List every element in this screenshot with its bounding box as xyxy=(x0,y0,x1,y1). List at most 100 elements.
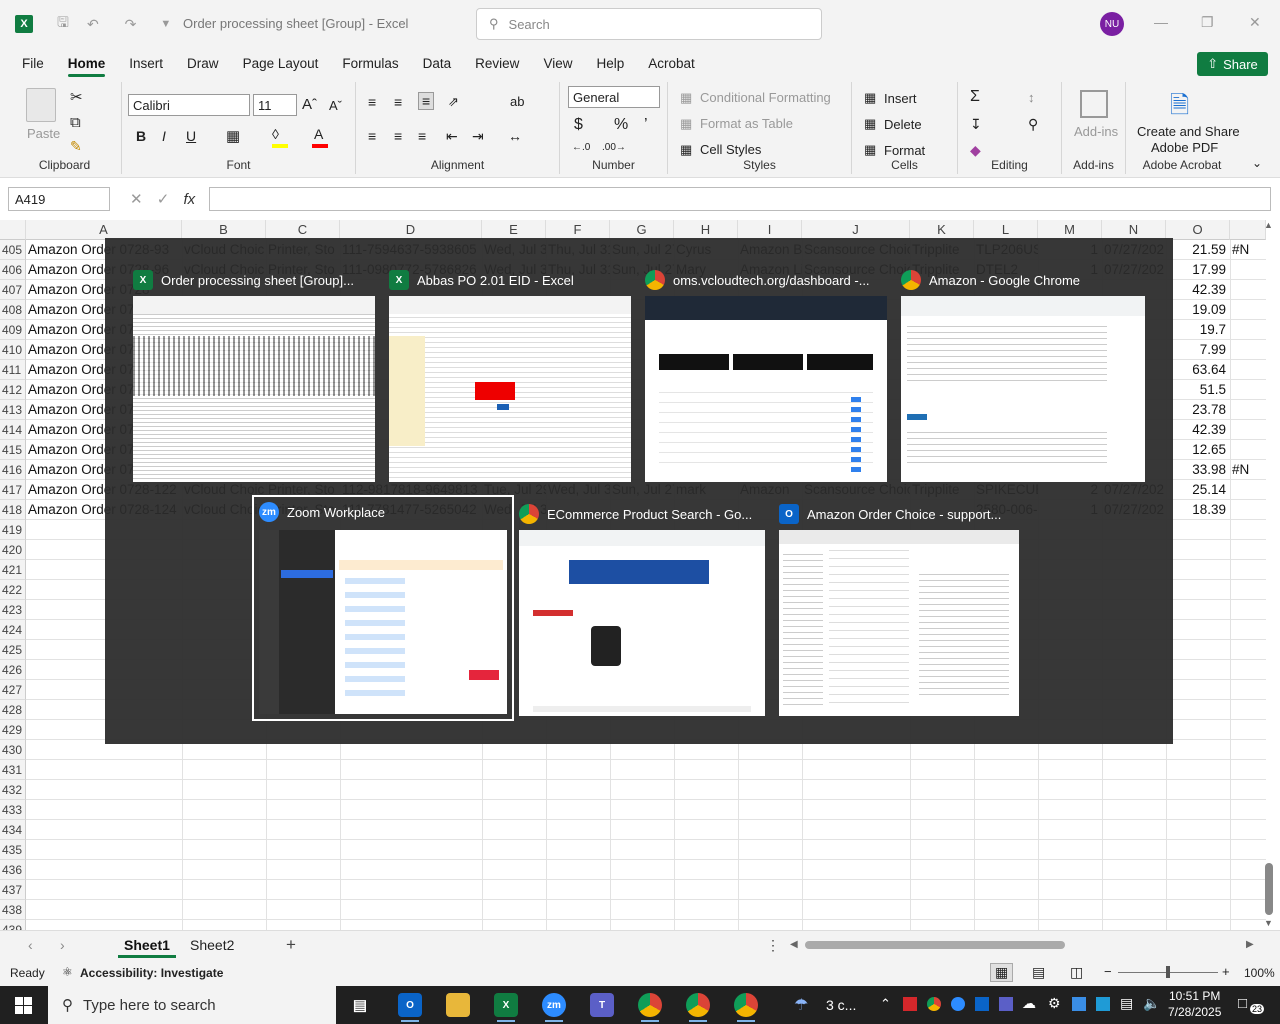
insert-cells-button[interactable]: Insert xyxy=(884,91,917,106)
top-align-icon[interactable]: ≡ xyxy=(368,94,376,110)
column-header-a[interactable]: A xyxy=(26,220,182,240)
align-left-icon[interactable]: ≡ xyxy=(368,128,376,144)
row-header[interactable]: 409 xyxy=(0,320,26,340)
accessibility-status[interactable]: Accessibility: Investigate xyxy=(80,966,223,980)
row-header[interactable]: 412 xyxy=(0,380,26,400)
tab-acrobat[interactable]: Acrobat xyxy=(648,52,695,75)
cell-o[interactable]: 42.39 xyxy=(1166,280,1230,300)
row-header[interactable]: 421 xyxy=(0,560,26,580)
shrink-font-icon[interactable]: Aˇ xyxy=(329,98,342,113)
tab-file[interactable]: File xyxy=(22,52,44,75)
currency-icon[interactable]: $ xyxy=(574,116,583,134)
row-header[interactable]: 419 xyxy=(0,520,26,540)
clear-icon[interactable]: ◆ xyxy=(970,142,981,159)
tab-formulas[interactable]: Formulas xyxy=(342,52,398,75)
column-header-n[interactable]: N xyxy=(1102,220,1166,240)
copy-icon[interactable]: ⧉ xyxy=(70,114,81,131)
paste-icon[interactable] xyxy=(26,88,56,122)
cell-o[interactable]: 19.09 xyxy=(1166,300,1230,320)
row-header[interactable]: 427 xyxy=(0,680,26,700)
row-header[interactable]: 437 xyxy=(0,880,26,900)
page-layout-view-icon[interactable]: ▤ xyxy=(1032,964,1045,981)
cell-o[interactable]: 19.7 xyxy=(1166,320,1230,340)
chrome-taskbar-icon-2[interactable] xyxy=(686,993,710,1017)
cell-o[interactable]: 63.64 xyxy=(1166,360,1230,380)
zoom-out-icon[interactable]: − xyxy=(1104,964,1112,979)
cell-styles-button[interactable]: Cell Styles xyxy=(700,142,761,157)
cell-p[interactable] xyxy=(1230,360,1266,380)
taskbar-search-input[interactable]: ⚲ Type here to search xyxy=(48,986,336,1024)
column-header-e[interactable]: E xyxy=(482,220,546,240)
tab-review[interactable]: Review xyxy=(475,52,519,75)
align-center-icon[interactable]: ≡ xyxy=(394,128,402,144)
tab-page-layout[interactable]: Page Layout xyxy=(243,52,319,75)
teams-tray-icon[interactable] xyxy=(999,997,1013,1011)
orientation-icon[interactable]: ⇗ xyxy=(448,94,459,110)
acrobat-tray-icon[interactable] xyxy=(903,997,917,1011)
cell-p[interactable] xyxy=(1230,380,1266,400)
cell-o[interactable]: 42.39 xyxy=(1166,420,1230,440)
fill-color-icon[interactable]: ◊ xyxy=(272,126,279,142)
sort-filter-icon[interactable]: ↕ xyxy=(1028,90,1035,105)
normal-view-icon[interactable]: ▦ xyxy=(990,963,1014,982)
next-sheet-icon[interactable]: › xyxy=(60,937,65,953)
font-name-select[interactable]: Calibri xyxy=(128,94,250,116)
cell-p[interactable] xyxy=(1230,320,1266,340)
cell-o[interactable]: 21.59 xyxy=(1166,240,1230,260)
row-header[interactable]: 411 xyxy=(0,360,26,380)
tab-view[interactable]: View xyxy=(543,52,572,75)
outlook-tray-icon[interactable] xyxy=(975,997,989,1011)
notification-icon[interactable]: □ xyxy=(1238,995,1247,1012)
row-header[interactable]: 433 xyxy=(0,800,26,820)
row-header[interactable]: 438 xyxy=(0,900,26,920)
italic-icon[interactable]: I xyxy=(162,128,166,144)
merge-center-icon[interactable]: ↔ xyxy=(508,128,522,144)
cut-icon[interactable]: ✂ xyxy=(70,88,83,106)
cell-p[interactable] xyxy=(1230,340,1266,360)
start-icon[interactable] xyxy=(15,997,32,1014)
row-header[interactable]: 406 xyxy=(0,260,26,280)
customize-qat-icon[interactable]: ▼ xyxy=(160,18,171,30)
cell-p[interactable]: #N xyxy=(1230,460,1266,480)
cell-p[interactable] xyxy=(1230,480,1266,500)
row-header[interactable]: 405 xyxy=(0,240,26,260)
addins-button[interactable]: Add-ins xyxy=(1074,124,1118,139)
create-pdf-button-line1[interactable]: Create and Share xyxy=(1137,124,1240,139)
add-sheet-icon[interactable]: + xyxy=(286,935,296,955)
conditional-formatting-button[interactable]: Conditional Formatting xyxy=(700,90,831,105)
cell-p[interactable] xyxy=(1230,280,1266,300)
app-tray-icon[interactable] xyxy=(1096,997,1110,1011)
avatar[interactable]: NU xyxy=(1100,12,1124,36)
row-header[interactable]: 407 xyxy=(0,280,26,300)
row-header[interactable]: 410 xyxy=(0,340,26,360)
minimize-icon[interactable]: — xyxy=(1154,14,1168,30)
tab-data[interactable]: Data xyxy=(423,52,452,75)
switcher-card-ecommerce-search[interactable]: ECommerce Product Search - Go... xyxy=(519,500,765,716)
format-painter-icon[interactable]: ✎ xyxy=(70,138,82,155)
volume-icon[interactable]: 🔈 xyxy=(1143,995,1160,1012)
row-header[interactable]: 435 xyxy=(0,840,26,860)
redo-icon[interactable]: ↷ xyxy=(125,16,137,33)
row-header[interactable]: 430 xyxy=(0,740,26,760)
cell-o[interactable]: 23.78 xyxy=(1166,400,1230,420)
cell-p[interactable] xyxy=(1230,500,1266,520)
column-header-j[interactable]: J xyxy=(802,220,910,240)
row-header[interactable]: 429 xyxy=(0,720,26,740)
row-header[interactable]: 415 xyxy=(0,440,26,460)
enter-icon[interactable]: ✓ xyxy=(157,191,170,208)
row-header[interactable]: 417 xyxy=(0,480,26,500)
borders-icon[interactable]: ▦ xyxy=(226,127,240,145)
page-break-view-icon[interactable]: ◫ xyxy=(1070,964,1083,981)
column-header-i[interactable]: I xyxy=(738,220,802,240)
cell-o[interactable]: 12.65 xyxy=(1166,440,1230,460)
grow-font-icon[interactable]: Aˆ xyxy=(302,96,317,113)
sheet-tab-sheet1[interactable]: Sheet1 xyxy=(118,935,176,958)
switcher-card-outlook[interactable]: O Amazon Order Choice - support... xyxy=(779,500,1019,716)
column-header-h[interactable]: H xyxy=(674,220,738,240)
cell-p[interactable] xyxy=(1230,420,1266,440)
formula-input[interactable] xyxy=(209,187,1271,211)
decrease-decimal-icon[interactable]: .00→ xyxy=(602,142,626,153)
decrease-indent-icon[interactable]: ⇤ xyxy=(446,128,458,145)
scroll-up-icon[interactable]: ▲ xyxy=(1264,220,1273,230)
column-header-o[interactable]: O xyxy=(1166,220,1230,240)
